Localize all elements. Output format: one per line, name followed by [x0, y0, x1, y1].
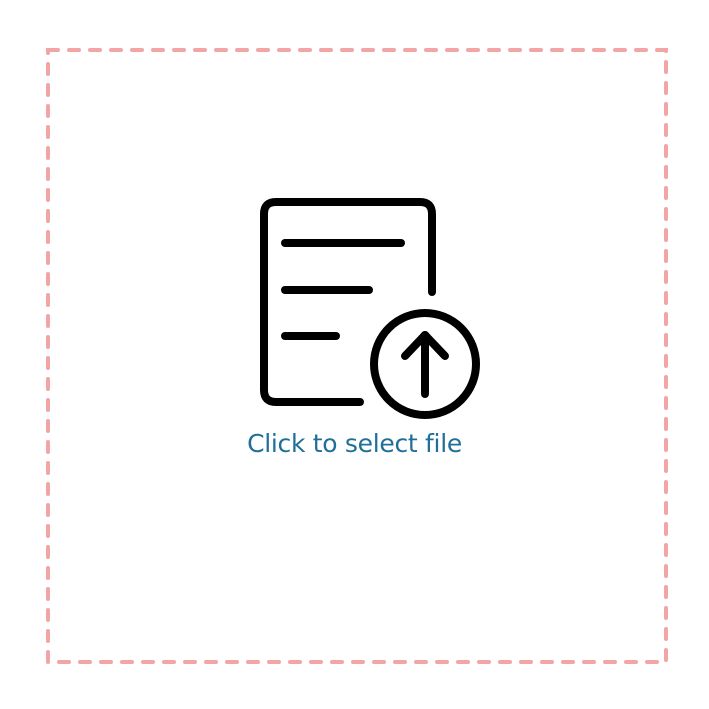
- file-dropzone[interactable]: Click to select file: [0, 0, 709, 709]
- select-file-label[interactable]: Click to select file: [0, 426, 709, 462]
- file-upload-icon: [260, 198, 480, 419]
